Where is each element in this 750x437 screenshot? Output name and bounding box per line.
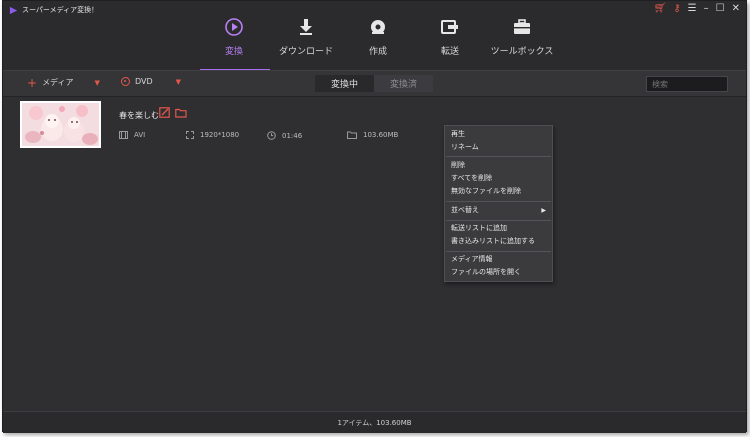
tab-toolbox-label: ツールボックス xyxy=(490,47,554,57)
menu-item-rename[interactable]: リネーム xyxy=(451,142,479,153)
header: スーパーメディア変換！ 🛒︎ ⚷ ☰ – ☐ ✕ 変換 ダウンロード 作成 転送… xyxy=(3,1,746,71)
tab-download[interactable]: ダウンロード xyxy=(270,16,342,69)
film-icon xyxy=(119,131,128,139)
folder-icon[interactable] xyxy=(175,108,187,118)
file-format: AVI xyxy=(134,131,146,139)
tab-converting[interactable]: 変換中 xyxy=(315,75,374,92)
minimize-icon[interactable]: – xyxy=(704,4,709,14)
dvd-icon xyxy=(121,77,130,86)
edit-icon[interactable] xyxy=(159,107,170,118)
menu-item-delete[interactable]: 削除 xyxy=(451,160,465,171)
tab-burn-label: 作成 xyxy=(368,47,387,57)
menu-item-open-location[interactable]: ファイルの場所を開く xyxy=(451,267,521,278)
menu-item-add-burn[interactable]: 書き込みリストに追加する xyxy=(451,236,535,247)
tab-download-label: ダウンロード xyxy=(278,47,333,57)
chevron-down-icon[interactable]: ▼ xyxy=(95,79,100,87)
duration-meta: 01:46 xyxy=(267,131,302,140)
menu-divider xyxy=(446,220,551,221)
maximize-icon[interactable]: ☐ xyxy=(716,4,725,14)
add-media-button[interactable]: + メディア ▼ xyxy=(27,75,100,90)
menu-item-delete-invalid[interactable]: 無効なファイルを削除 xyxy=(451,186,521,197)
tab-transfer-label: 転送 xyxy=(440,47,459,57)
app-window: スーパーメディア変換！ 🛒︎ ⚷ ☰ – ☐ ✕ 変換 ダウンロード 作成 転送… xyxy=(2,0,747,433)
format-meta: AVI xyxy=(119,131,145,139)
cart-icon[interactable]: 🛒︎ xyxy=(654,4,667,14)
resolution-meta: 1920*1080 xyxy=(186,131,239,139)
tab-transfer[interactable]: 転送 xyxy=(414,16,486,69)
app-logo-icon xyxy=(9,6,18,14)
menu-item-delete-all[interactable]: すべてを削除 xyxy=(451,173,492,184)
chevron-down-icon[interactable]: ▼ xyxy=(176,78,181,86)
convert-icon xyxy=(224,16,244,38)
menu-item-sort[interactable]: 並べ替え xyxy=(451,205,479,216)
status-text: 1アイテム、103.60MB xyxy=(337,418,412,427)
clock-icon xyxy=(267,131,276,140)
size-meta: 103.60MB xyxy=(347,131,398,139)
tab-convert-label: 変換 xyxy=(224,47,243,57)
key-icon[interactable]: ⚷ xyxy=(673,4,680,14)
menu-item-media-info[interactable]: メディア情報 xyxy=(451,254,493,265)
toolbar: + メディア ▼ DVD ▼ 変換中 変換済 xyxy=(3,71,746,97)
file-resolution: 1920*1080 xyxy=(200,131,240,139)
resolution-icon xyxy=(186,131,194,139)
main-nav: 変換 ダウンロード 作成 転送 ツールボックス xyxy=(198,16,558,69)
chevron-right-icon: ▶ xyxy=(541,207,546,214)
list-item[interactable]: 春を楽しむ AVI 1920*1080 01:46 103.60MB xyxy=(3,97,746,153)
dvd-button[interactable]: DVD ▼ xyxy=(121,77,181,86)
window-controls: 🛒︎ ⚷ ☰ – ☐ ✕ xyxy=(654,4,740,14)
tab-toolbox[interactable]: ツールボックス xyxy=(486,16,558,69)
close-icon[interactable]: ✕ xyxy=(732,4,740,14)
tab-burn[interactable]: 作成 xyxy=(342,16,414,69)
file-name: 春を楽しむ xyxy=(119,111,159,120)
app-title: スーパーメディア変換！ xyxy=(22,6,99,14)
file-list: 春を楽しむ AVI 1920*1080 01:46 103.60MB xyxy=(3,97,746,410)
menu-divider xyxy=(446,251,551,252)
file-duration: 01:46 xyxy=(282,131,303,140)
plus-icon: + xyxy=(27,75,38,90)
search-input[interactable] xyxy=(646,76,728,92)
menu-item-play[interactable]: 再生 xyxy=(451,129,465,140)
status-toggle: 変換中 変換済 xyxy=(315,75,433,92)
app-title-bar: スーパーメディア変換！ xyxy=(9,5,98,15)
status-bar: 1アイテム、103.60MB xyxy=(3,411,746,433)
menu-divider xyxy=(446,201,551,202)
menu-divider xyxy=(446,156,551,157)
burn-icon xyxy=(370,16,386,38)
menu-item-add-transfer[interactable]: 転送リストに追加 xyxy=(451,223,507,234)
file-size: 103.60MB xyxy=(363,131,399,139)
dvd-label: DVD xyxy=(135,77,153,86)
tab-converted[interactable]: 変換済 xyxy=(374,75,433,92)
context-menu: 再生 リネーム 削除 すべてを削除 無効なファイルを削除 並べ替え ▶ 転送リス… xyxy=(444,125,553,282)
tab-convert[interactable]: 変換 xyxy=(198,16,270,69)
toolbox-icon xyxy=(513,16,531,38)
add-media-label: メディア xyxy=(42,78,74,87)
download-icon xyxy=(298,16,314,38)
folder-size-icon xyxy=(347,131,357,139)
menu-icon[interactable]: ☰ xyxy=(688,4,697,14)
transfer-icon xyxy=(441,16,459,38)
video-thumbnail[interactable] xyxy=(20,101,101,148)
